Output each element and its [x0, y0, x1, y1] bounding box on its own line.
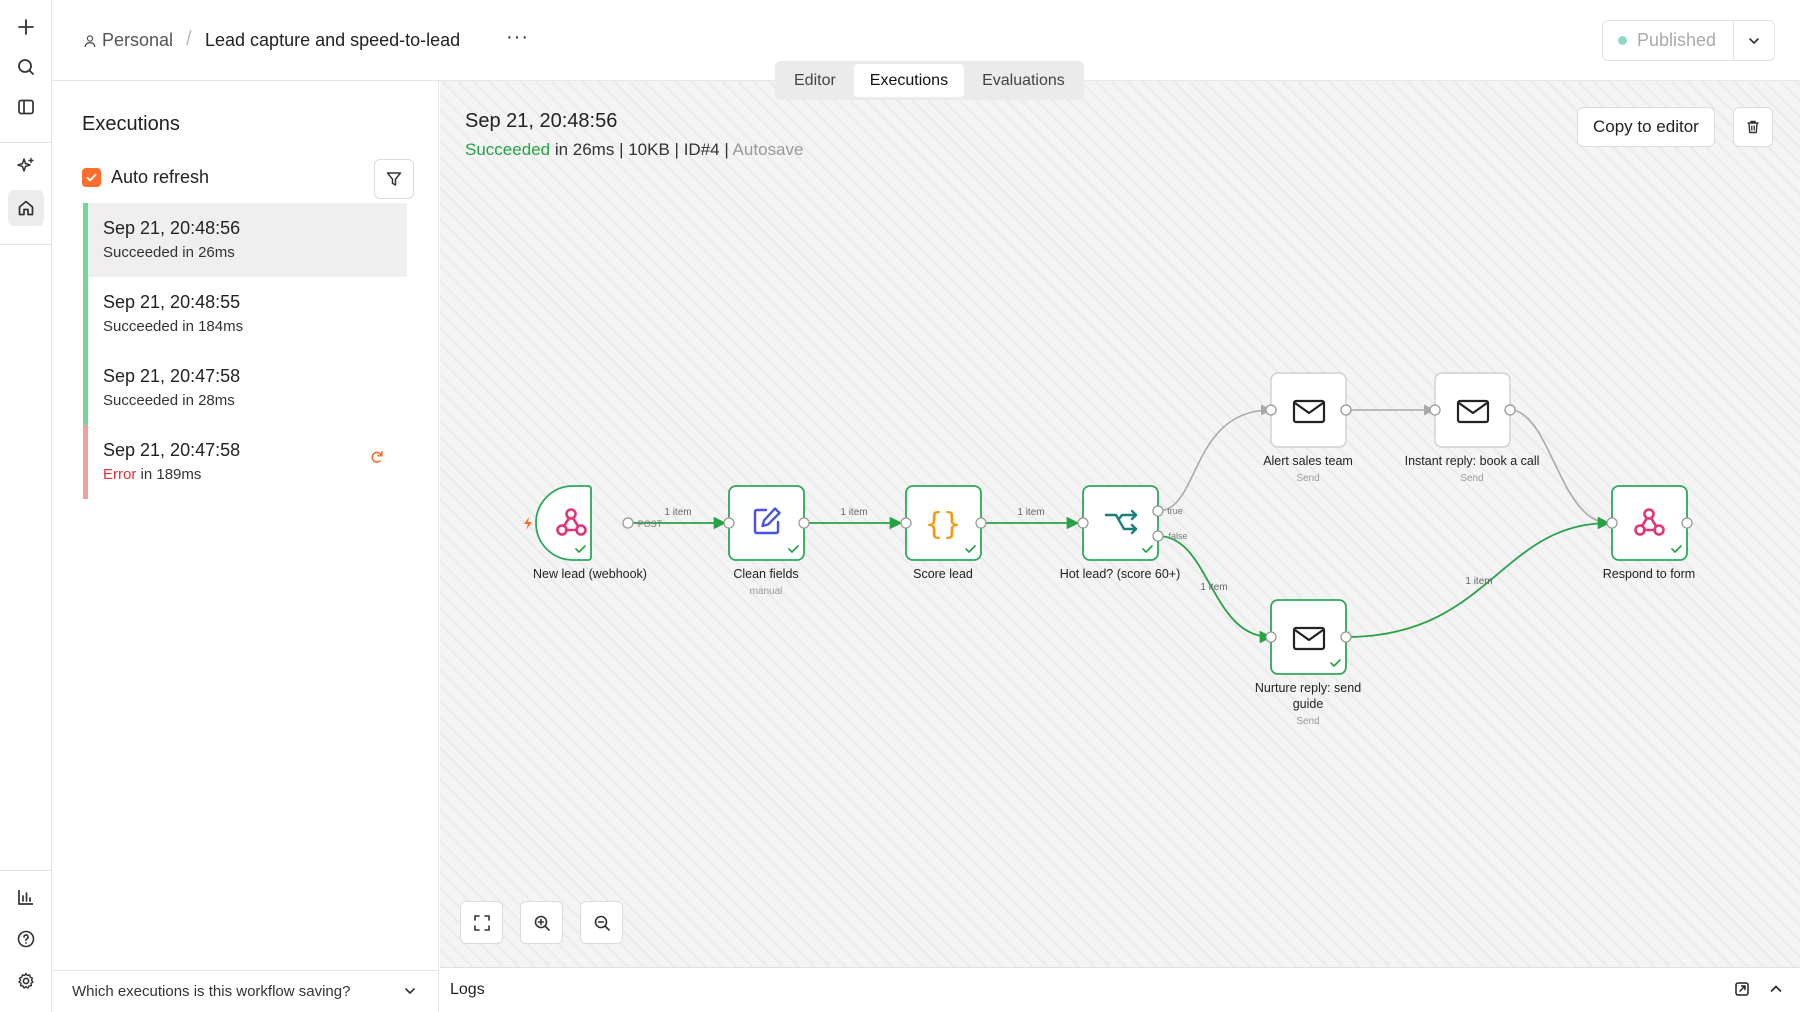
svg-text:1 item: 1 item — [1465, 576, 1492, 587]
svg-text:Nurture reply: send: Nurture reply: send — [1255, 681, 1361, 695]
chevron-down-icon — [1749, 37, 1759, 44]
search-icon[interactable] — [8, 49, 44, 85]
zoom-out-button[interactable] — [580, 901, 623, 944]
svg-text:1 item: 1 item — [664, 507, 691, 518]
execution-time: Sep 21, 20:48:56 — [103, 218, 241, 238]
svg-text:1 item: 1 item — [1200, 582, 1227, 593]
svg-text:Clean fields: Clean fields — [733, 567, 798, 581]
svg-text:Score lead: Score lead — [913, 567, 973, 581]
connection-if-true-alert: true — [1157, 404, 1273, 516]
check-icon — [86, 173, 97, 182]
icon-rail — [0, 0, 52, 1012]
logs-label: Logs — [450, 981, 485, 998]
more-options-button[interactable]: ··· — [506, 26, 529, 49]
executions-panel: Executions Auto refresh Sep 21, 20:48:56… — [52, 81, 439, 1012]
execution-item[interactable]: Sep 21, 20:48:56 Succeeded in 26ms — [83, 203, 407, 277]
node-hot-lead-if[interactable]: Hot lead? (score 60+) — [1060, 485, 1181, 581]
execution-item[interactable]: Sep 21, 20:47:58 Succeeded in 28ms — [83, 351, 407, 425]
execution-status: Succeeded in 184ms — [103, 318, 244, 335]
trigger-bolt-icon — [524, 517, 532, 530]
node-clean-fields[interactable]: Clean fields manual — [723, 485, 810, 597]
connection-nurture-respond: 1 item — [1345, 516, 1611, 638]
plus-icon[interactable] — [8, 9, 44, 45]
breadcrumb-separator: / — [186, 28, 192, 50]
pop-out-icon[interactable] — [1734, 981, 1750, 997]
execution-time: Sep 21, 20:47:58 — [103, 366, 241, 386]
tab-editor[interactable]: Editor — [778, 64, 852, 97]
node-instant-reply[interactable]: Instant reply: book a call Send — [1405, 372, 1540, 484]
node-respond-to-form[interactable]: Respond to form — [1603, 485, 1695, 581]
execution-status: Succeeded in 26ms — [103, 244, 235, 261]
svg-text:false: false — [1168, 531, 1187, 541]
filter-icon — [386, 172, 402, 186]
svg-text:1 item: 1 item — [1017, 507, 1044, 518]
logs-panel-header[interactable]: Logs — [440, 967, 1800, 1012]
zoom-in-button[interactable] — [520, 901, 563, 944]
svg-text:Send: Send — [1460, 473, 1483, 484]
connection-if-false-nurture: false 1 item — [1157, 531, 1273, 644]
publish-control: Published — [1602, 20, 1775, 61]
insights-icon[interactable] — [8, 879, 44, 915]
tab-executions[interactable]: Executions — [853, 64, 965, 97]
node-score-lead[interactable]: {} Score lead — [900, 485, 987, 581]
execution-time: Sep 21, 20:47:58 — [103, 440, 241, 460]
node-nurture-reply[interactable]: Nurture reply: send guide Send — [1255, 599, 1361, 727]
svg-text:Instant reply: book a call: Instant reply: book a call — [1405, 454, 1540, 468]
code-braces-icon: {} — [925, 507, 961, 542]
execution-status: Succeeded in 28ms — [103, 392, 235, 409]
view-tabs: Editor Executions Evaluations — [775, 61, 1084, 100]
settings-icon[interactable] — [8, 963, 44, 999]
tab-evaluations[interactable]: Evaluations — [966, 64, 1081, 97]
node-alert-sales-team[interactable]: Alert sales team Send — [1263, 372, 1353, 484]
svg-text:manual: manual — [750, 586, 783, 597]
fit-view-button[interactable] — [460, 901, 503, 944]
sidebar-toggle-icon[interactable] — [8, 89, 44, 125]
execution-item[interactable]: Sep 21, 20:47:58 Error in 189ms — [83, 425, 407, 499]
connection-clean-score: 1 item — [804, 507, 903, 530]
svg-text:Send: Send — [1296, 473, 1319, 484]
publish-menu-button[interactable] — [1733, 21, 1774, 60]
user-icon — [84, 34, 96, 47]
saving-settings-accordion[interactable]: Which executions is this workflow saving… — [52, 970, 439, 1012]
zoom-out-icon — [594, 915, 610, 931]
svg-text:POST: POST — [638, 519, 663, 529]
workflow-title[interactable]: Lead capture and speed-to-lead — [205, 30, 460, 51]
filter-button[interactable] — [374, 159, 414, 199]
svg-text:guide: guide — [1293, 697, 1324, 711]
workflow-canvas[interactable]: Sep 21, 20:48:56 Succeeded in 26ms | 10K… — [440, 81, 1800, 967]
zoom-in-icon — [534, 915, 550, 931]
saving-settings-question: Which executions is this workflow saving… — [72, 983, 351, 1000]
svg-text:Respond to form: Respond to form — [1603, 567, 1695, 581]
node-new-lead-webhook[interactable]: New lead (webhook) — [524, 485, 647, 581]
retry-icon[interactable] — [369, 449, 385, 470]
breadcrumb-project-label: Personal — [102, 30, 174, 50]
execution-time: Sep 21, 20:48:55 — [103, 292, 241, 312]
svg-text:Hot lead? (score 60+): Hot lead? (score 60+) — [1060, 567, 1181, 581]
svg-text:true: true — [1167, 506, 1183, 516]
breadcrumb-project[interactable]: Personal — [83, 30, 173, 51]
auto-refresh-label: Auto refresh — [111, 167, 210, 187]
home-icon[interactable] — [8, 190, 44, 226]
chevron-up-icon[interactable] — [1768, 981, 1784, 997]
published-button[interactable]: Published — [1603, 21, 1733, 60]
fit-view-icon — [473, 914, 490, 931]
execution-item[interactable]: Sep 21, 20:48:55 Succeeded in 184ms — [83, 277, 407, 351]
executions-list: Sep 21, 20:48:56 Succeeded in 26ms Sep 2… — [83, 203, 407, 499]
executions-heading: Executions — [82, 113, 180, 135]
connection-score-if: 1 item — [981, 507, 1080, 530]
help-icon[interactable] — [8, 921, 44, 957]
auto-refresh-toggle[interactable]: Auto refresh — [82, 167, 209, 188]
published-status-dot — [1618, 36, 1627, 45]
published-label: Published — [1637, 30, 1717, 50]
chevron-down-icon — [405, 988, 415, 994]
execution-status: Error in 189ms — [103, 466, 202, 483]
svg-text:1 item: 1 item — [840, 507, 867, 518]
svg-text:New lead (webhook): New lead (webhook) — [533, 567, 647, 581]
svg-text:Alert sales team: Alert sales team — [1263, 454, 1353, 468]
auto-refresh-checkbox[interactable] — [82, 168, 101, 187]
svg-text:Send: Send — [1296, 716, 1319, 727]
sparkles-icon[interactable] — [8, 148, 44, 184]
workflow-graph: 1 item POST 1 item 1 item true false 1 i… — [524, 372, 1695, 727]
connection-webhook-clean: 1 item POST — [628, 507, 727, 530]
